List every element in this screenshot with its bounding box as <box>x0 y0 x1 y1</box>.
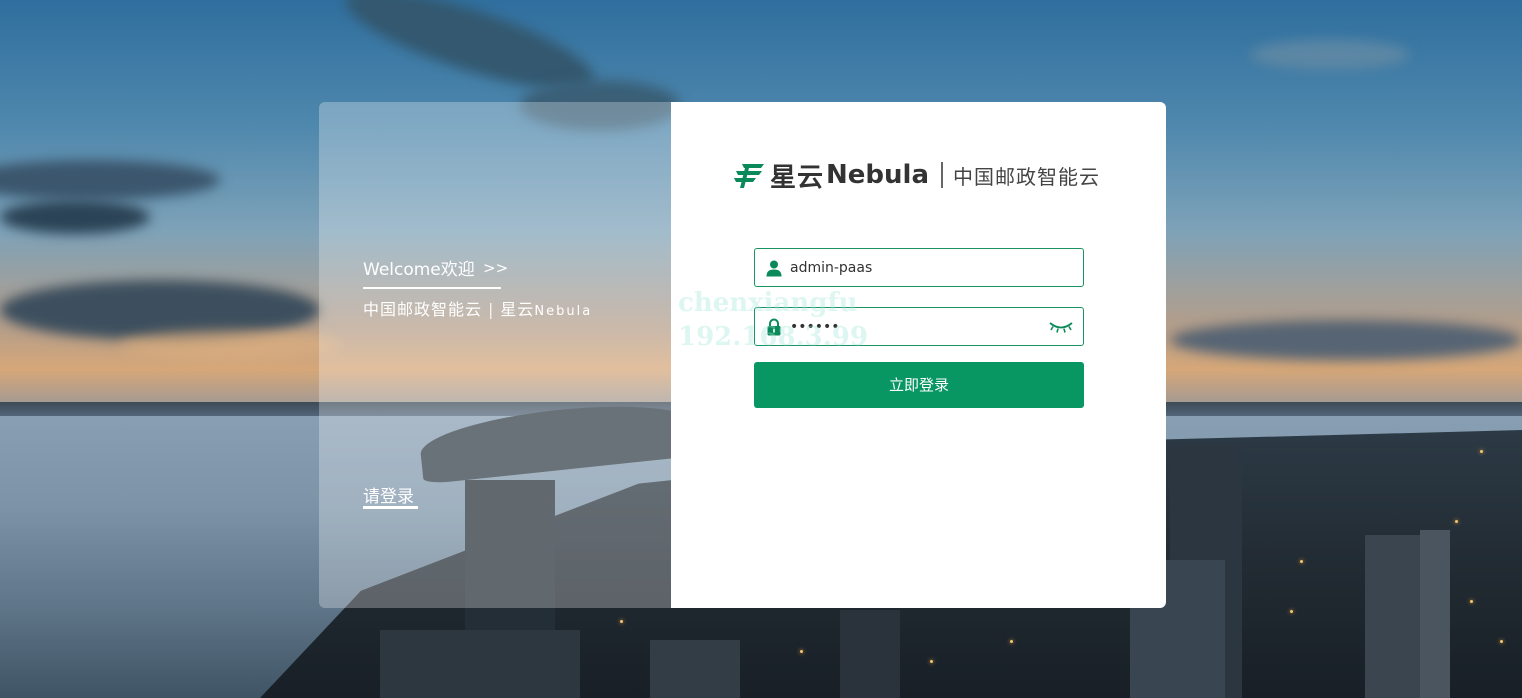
logo-name-cn: 星云 <box>770 162 825 193</box>
welcome-heading: Welcome欢迎 <box>363 260 475 280</box>
login-button[interactable]: 立即登录 <box>754 362 1084 408</box>
lock-icon <box>767 318 781 336</box>
logo-name-en: Nebula <box>826 160 929 190</box>
logo-tagline: 中国邮政智能云 <box>953 164 1100 189</box>
username-field[interactable] <box>754 248 1084 287</box>
eye-closed-icon[interactable] <box>1049 320 1073 334</box>
china-post-logo-icon <box>734 164 764 188</box>
subtitle-en: Nebula <box>534 304 593 319</box>
subtitle-cn: 中国邮政智能云 <box>363 300 483 319</box>
welcome-underline <box>363 287 501 289</box>
brand-logo: 星云 Nebula 中国邮政智能云 <box>732 158 1100 193</box>
subtitle-separator: | <box>488 300 495 319</box>
subtitle-star: 星云 <box>500 300 535 319</box>
login-intro-panel <box>319 102 671 608</box>
password-input[interactable] <box>790 308 1045 345</box>
intro-subtitle: 中国邮政智能云 | 星云Nebula <box>363 296 592 320</box>
user-icon <box>766 260 782 277</box>
welcome-arrows: >> <box>483 259 509 277</box>
password-field[interactable] <box>754 307 1084 346</box>
please-login-label: 请登录 <box>363 487 414 507</box>
logo-divider <box>941 162 943 188</box>
username-input[interactable] <box>790 249 1045 286</box>
please-login-underline <box>363 506 418 509</box>
